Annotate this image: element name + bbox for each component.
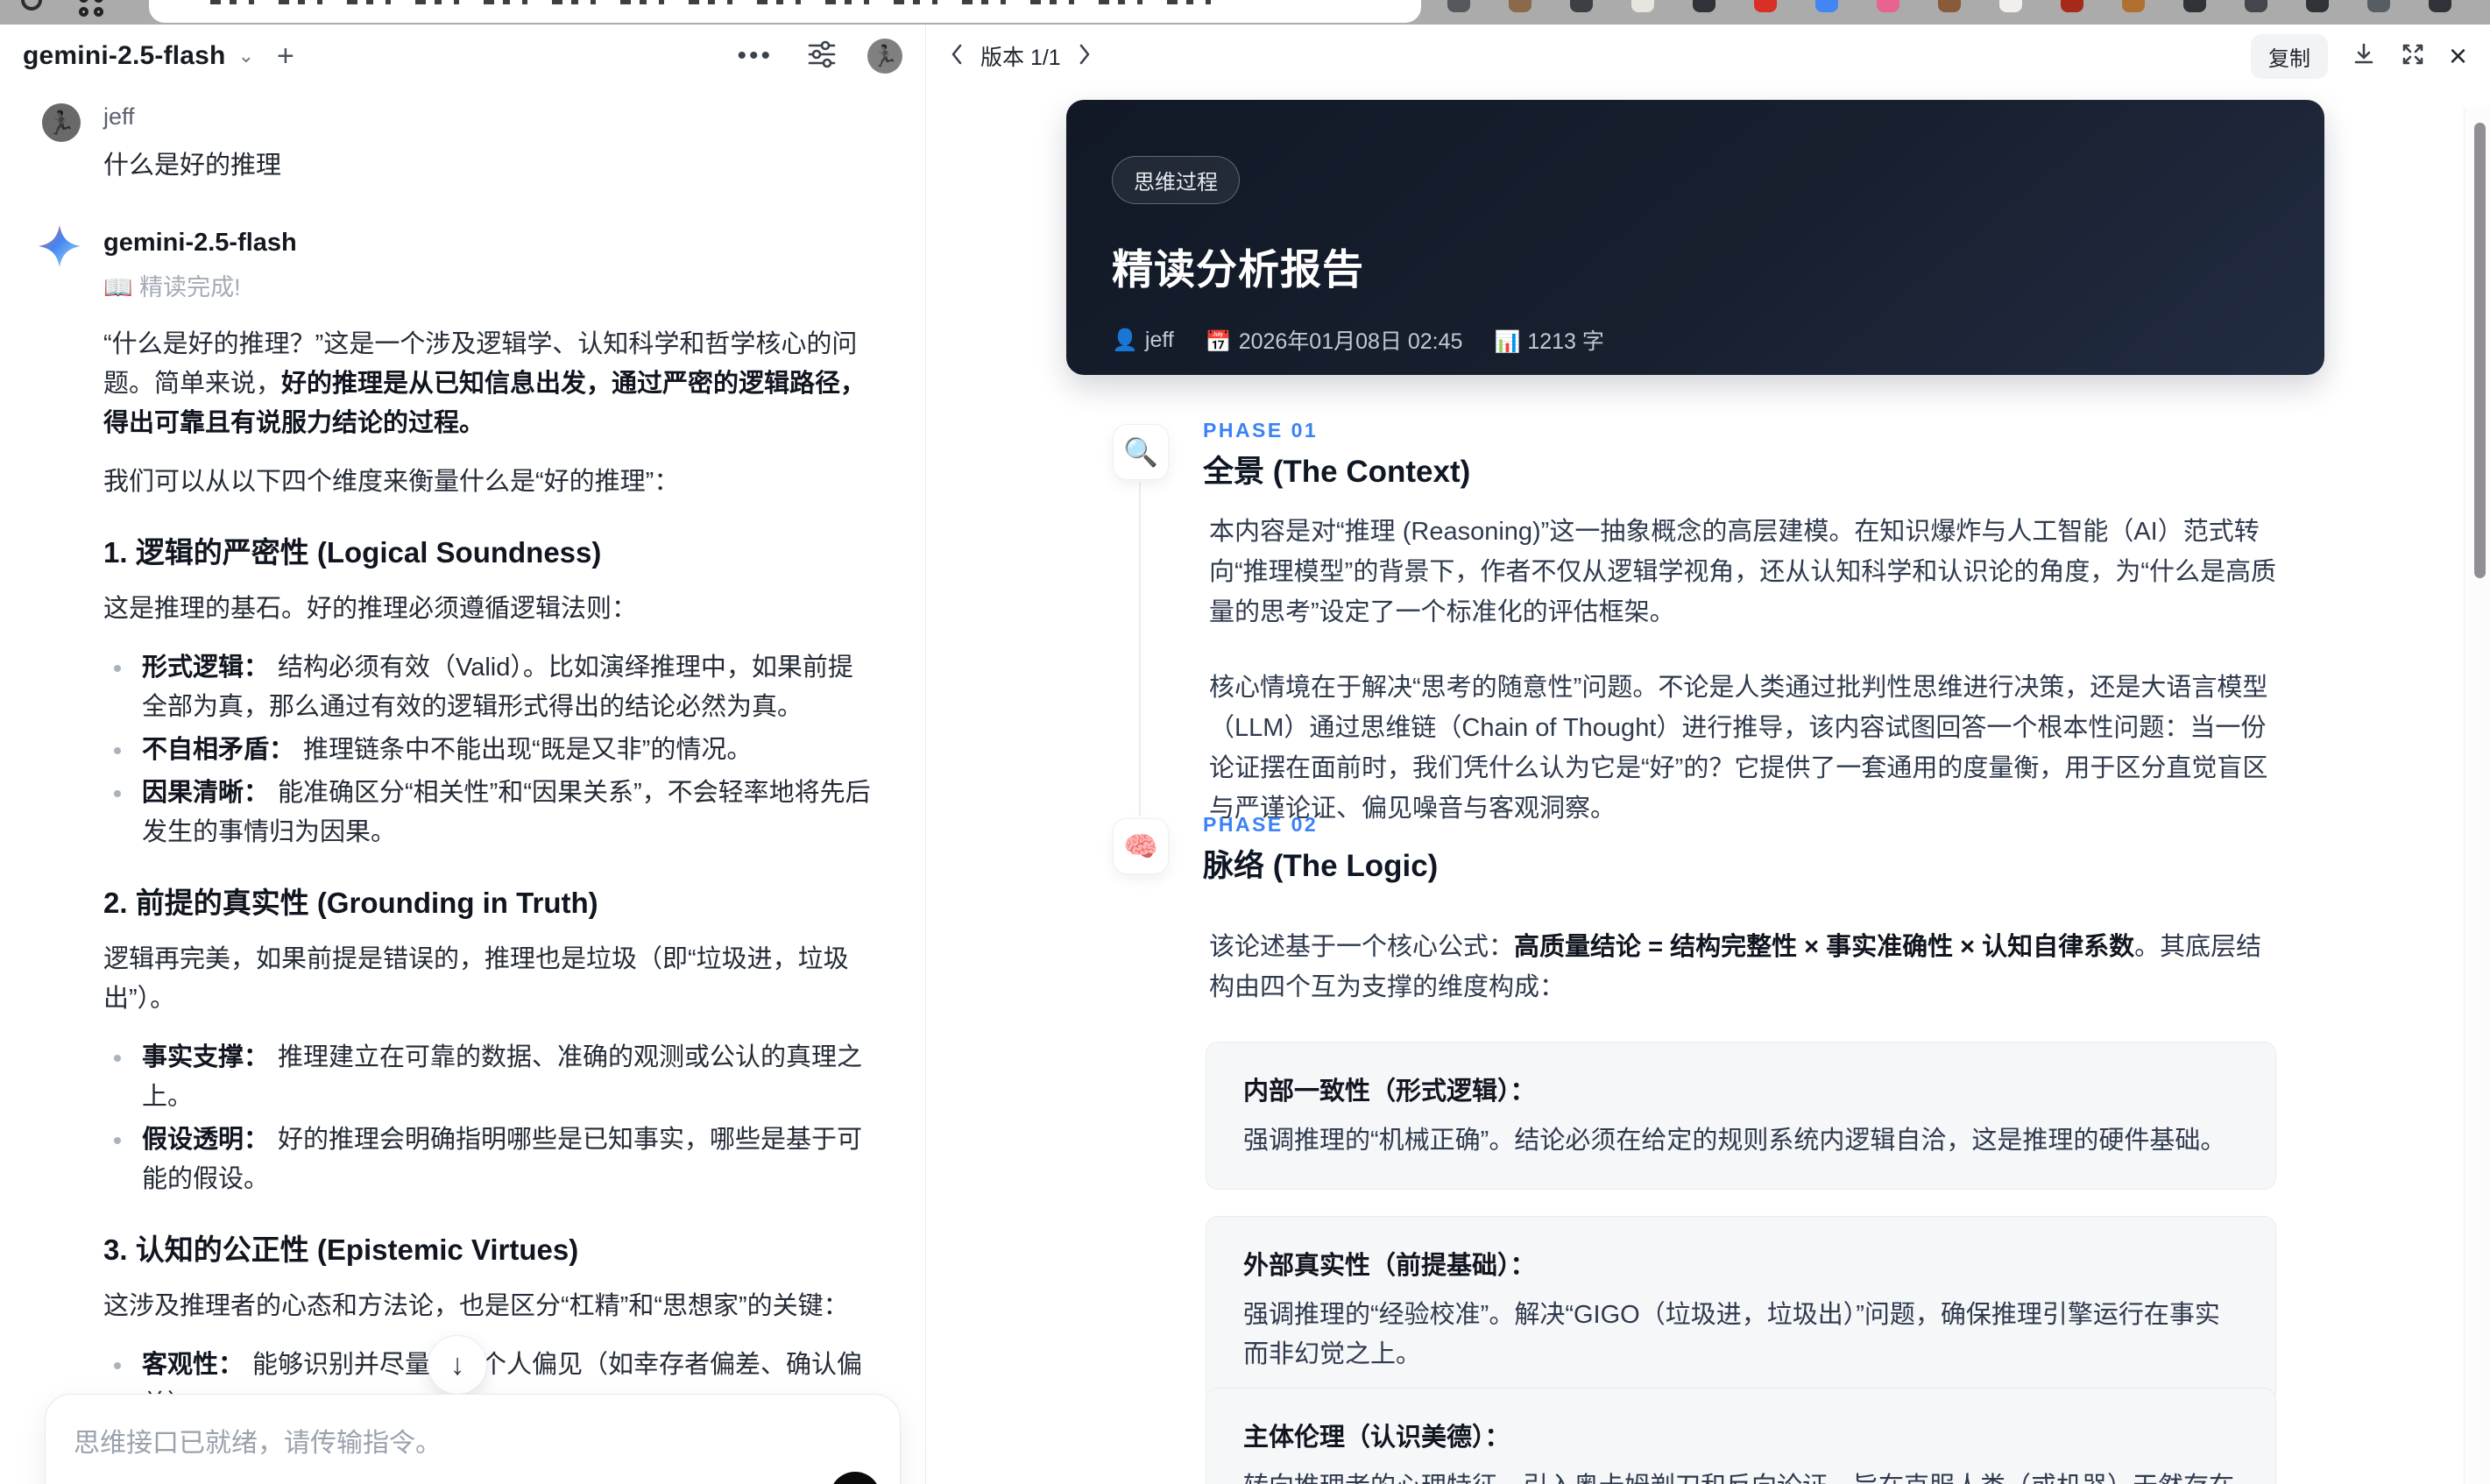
report-hero: 思维过程 精读分析报告 👤 jeff 📅 2026年01月08日 02:45 📊 12… [1066, 100, 2324, 375]
section-heading: 3. 认知的公正性 (Epistemic Virtues) [103, 1233, 579, 1266]
download-icon[interactable] [2351, 41, 2377, 72]
user-message: 🏃 jeff 什么是好的推理 [42, 103, 871, 181]
message-composer[interactable]: 思维接口已就绪，请传输指令。 + [45, 1394, 901, 1484]
chevron-down-icon[interactable]: ⌄ [238, 45, 254, 67]
section-list: 形式逻辑： 结构必须有效（Valid）。比如演绎推理中，如果前提全部为真，那么通过… [103, 648, 871, 852]
address-bar[interactable] [149, 0, 1421, 23]
phase1-label: PHASE 01 [1203, 419, 1319, 442]
extension-icon[interactable] [2306, 0, 2329, 12]
author-icon: 👤 [1112, 328, 1138, 352]
chat-messages[interactable]: 🏃 jeff 什么是好的推理 gemini-2.5-flash 📖 精读完成! … [0, 93, 925, 1484]
extension-icon[interactable] [1877, 0, 1899, 12]
assistant-body: “什么是好的推理？”这是一个涉及逻辑学、认知科学和哲学核心的问题。简单来说，好的… [103, 325, 871, 1484]
list-item: 不自相矛盾： 推理链条中不能出现“既是又非”的情况。 [103, 731, 871, 770]
book-icon: 📖 [103, 274, 133, 300]
url-text-cropped [210, 0, 1227, 4]
timeline-line [1139, 482, 1141, 816]
message-author: jeff [103, 103, 135, 130]
extension-icon[interactable] [1447, 0, 1470, 12]
user-avatar[interactable]: 🏃 [867, 39, 902, 74]
report-meta: 👤 jeff 📅 2026年01月08日 02:45 📊 1213 字 [1112, 324, 2279, 356]
version-prev-icon[interactable] [949, 42, 965, 71]
phase2-title: 脉络 (The Logic) [1203, 849, 1439, 883]
list-item: 形式逻辑： 结构必须有效（Valid）。比如演绎推理中，如果前提全部为真，那么通过… [103, 648, 871, 727]
logic-card-truth: 外部真实性（前提基础）： 强调推理的“经验校准”。解决“GIGO（垃圾进，垃圾出… [1206, 1216, 2276, 1403]
phase2-intro: 该论述基于一个核心公式：高质量结论 = 结构完整性 × 事实准确性 × 认知自律… [1209, 933, 2262, 1001]
extension-icon[interactable] [1570, 0, 1593, 12]
logic-card-consistency: 内部一致性（形式逻辑）： 强调推理的“机械正确”。结论必须在给定的规则系统内逻辑… [1206, 1042, 2276, 1190]
phase2-label: PHASE 02 [1203, 813, 1319, 836]
extension-icon[interactable] [1509, 0, 1531, 12]
section-heading: 1. 逻辑的严密性 (Logical Soundness) [103, 536, 602, 569]
report-title: 精读分析报告 [1112, 246, 1364, 293]
artifact-toolbar: 版本 1/1 复制 × [926, 25, 2490, 88]
extension-icon[interactable] [2061, 0, 2083, 12]
chat-header: gemini-2.5-flash ⌄ + ••• 🏃 [0, 25, 925, 88]
scrollbar-track[interactable] [2464, 108, 2490, 1484]
scrollbar-thumb[interactable] [2474, 123, 2486, 578]
extension-icon[interactable] [2183, 0, 2206, 12]
wordcount-icon: 📊 [1494, 330, 1521, 354]
assistant-name: gemini-2.5-flash [103, 229, 297, 257]
reload-icon[interactable] [21, 0, 42, 11]
extension-icon[interactable] [2429, 0, 2451, 12]
extension-icon[interactable] [1999, 0, 2022, 12]
artifact-panel: 版本 1/1 复制 × 思维过程 精读分析报告 👤 jeff 📅 2026年01… [926, 25, 2490, 1484]
assistant-message: gemini-2.5-flash 📖 精读完成! “什么是好的推理？”这是一个涉… [39, 225, 871, 1484]
composer-placeholder: 思维接口已就绪，请传输指令。 [74, 1429, 442, 1458]
report-date: 2026年01月08日 02:45 [1238, 329, 1463, 354]
list-item: 事实支撑： 推理建立在可靠的数据、准确的观测或公认的真理之上。 [103, 1038, 871, 1117]
user-avatar: 🏃 [42, 103, 81, 142]
version-label: 版本 1/1 [980, 46, 1061, 70]
extension-icon[interactable] [1938, 0, 1961, 12]
assistant-status: 📖 精读完成! [103, 274, 241, 300]
fullscreen-icon[interactable] [2400, 41, 2426, 72]
extension-icon[interactable] [2245, 0, 2267, 12]
calendar-icon: 📅 [1205, 330, 1232, 354]
section-heading: 2. 前提的真实性 (Grounding in Truth) [103, 887, 598, 919]
phase2-brain-icon: 🧠 [1113, 818, 1169, 874]
phase1-magnifier-icon: 🔍 [1113, 424, 1169, 480]
extension-icon[interactable] [1815, 0, 1838, 12]
model-title[interactable]: gemini-2.5-flash [23, 41, 226, 71]
gemini-logo-icon [39, 225, 81, 267]
browser-toolbar [0, 0, 2490, 25]
voice-input-button[interactable] [830, 1472, 881, 1484]
message-text: 什么是好的推理 [103, 152, 282, 180]
extension-icon[interactable] [2367, 0, 2390, 12]
extension-icon[interactable] [1693, 0, 1715, 12]
hero-badge: 思维过程 [1112, 156, 1240, 204]
scroll-to-bottom-button[interactable]: ↓ [428, 1335, 487, 1395]
extension-icon[interactable] [1754, 0, 1777, 12]
settings-sliders-icon[interactable] [806, 40, 838, 73]
extension-icons [1447, 0, 2490, 12]
copy-button[interactable]: 复制 [2250, 33, 2328, 79]
extension-icon[interactable] [2122, 0, 2145, 12]
version-next-icon[interactable] [1077, 42, 1093, 71]
phase1-title: 全景 (The Context) [1203, 455, 1471, 489]
word-count: 1213 字 [1527, 329, 1604, 354]
tab-grid-icon[interactable] [79, 0, 114, 17]
close-icon[interactable]: × [2449, 40, 2467, 72]
author-name: jeff [1144, 327, 1174, 352]
list-item: 假设透明： 好的推理会明确指明哪些是已知事实，哪些是基于可能的假设。 [103, 1120, 871, 1199]
chat-panel: gemini-2.5-flash ⌄ + ••• 🏃 🏃 jeff 什么是好的推 [0, 25, 926, 1484]
report-card: 思维过程 精读分析报告 👤 jeff 📅 2026年01月08日 02:45 📊 12… [1066, 100, 2324, 1484]
section-list: 事实支撑： 推理建立在可靠的数据、准确的观测或公认的真理之上。 假设透明： 好的推理… [103, 1038, 871, 1199]
phase1-paragraphs: 本内容是对“推理 (Reasoning)”这一抽象概念的高层建模。在知识爆炸与人… [1209, 518, 2276, 823]
new-chat-button[interactable]: + [277, 39, 294, 74]
more-options-icon[interactable]: ••• [737, 41, 773, 71]
logic-card-ethics: 主体伦理（认识美德）： 转向推理者的心理特征。引入奥卡姆剃刀和反向论证，旨在克服… [1206, 1388, 2276, 1484]
extension-icon[interactable] [1631, 0, 1654, 12]
list-item: 因果清晰： 能准确区分“相关性”和“因果关系”，不会轻率地将先后发生的事情归为因果… [103, 774, 871, 852]
